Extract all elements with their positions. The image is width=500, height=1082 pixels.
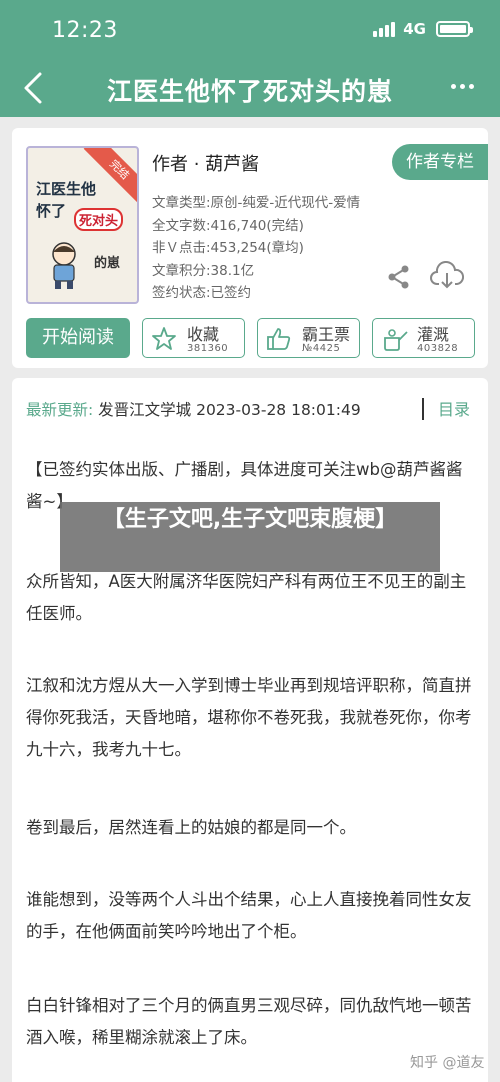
meta-clicks: 非Ｖ点击:453,254(章均) bbox=[152, 240, 304, 256]
top-bar: 12:23 4G 江医生他怀了死对头的崽 bbox=[0, 0, 500, 117]
toc-link[interactable]: 目录 bbox=[438, 396, 470, 420]
book-cover[interactable]: 完结 江医生他怀了 死对头 的崽 bbox=[26, 146, 139, 304]
paragraph: 江叙和沈方煜从大一入学到博士毕业再到规培评职称，简直拼得你死我活，天昏地暗，堪称… bbox=[26, 676, 472, 759]
cover-title-badge: 死对头 bbox=[74, 208, 124, 231]
divider bbox=[422, 398, 424, 420]
bawang-label: 霸王票 bbox=[302, 325, 351, 344]
watermark: 知乎 @道友 bbox=[410, 1055, 485, 1071]
book-info-card: 完结 江医生他怀了 死对头 的崽 作者 · 葫芦酱 作者专栏 文章类型:原创-纯… bbox=[12, 128, 488, 368]
meta-word-count: 全文字数:416,740(完结) bbox=[152, 217, 304, 234]
water-button[interactable]: 灌溉 403828 bbox=[372, 318, 475, 358]
meta-score: 文章积分:38.1亿 bbox=[152, 262, 255, 279]
cover-figure-icon bbox=[52, 242, 76, 289]
download-cloud-icon[interactable] bbox=[430, 260, 464, 290]
signal-icon bbox=[373, 21, 396, 37]
collect-button[interactable]: 收藏 381360 bbox=[142, 318, 245, 358]
watering-can-icon bbox=[384, 329, 408, 351]
paragraph: 白白针锋相对了三个月的俩直男三观尽碎，同仇敌忾地一顿苦酒入喉，稀里糊涂就滚上了床… bbox=[26, 996, 472, 1047]
meta-type: 文章类型:原创-纯爱-近代现代-爱情 bbox=[152, 195, 361, 211]
thumbs-up-icon bbox=[267, 328, 291, 350]
collect-label: 收藏 bbox=[187, 325, 220, 344]
share-icon[interactable] bbox=[386, 264, 412, 290]
back-icon[interactable] bbox=[20, 70, 50, 106]
bawang-ticket-button[interactable]: 霸王票 №4425 bbox=[257, 318, 360, 358]
author-column-button[interactable]: 作者专栏 bbox=[392, 144, 488, 180]
cover-title-end: 的崽 bbox=[94, 256, 121, 271]
page-title: 江医生他怀了死对头的崽 bbox=[106, 77, 393, 106]
author-name[interactable]: 作者 · 葫芦酱 bbox=[152, 150, 259, 176]
update-label: 最新更新: bbox=[26, 401, 99, 419]
status-icons: 4G bbox=[373, 20, 473, 38]
network-label: 4G bbox=[403, 20, 426, 38]
water-label: 灌溉 bbox=[417, 325, 450, 344]
paragraph: 谁能想到，没等两个人斗出个结果，心上人直接挽着同性女友的手，在他俩面前笑吟吟地出… bbox=[26, 890, 472, 941]
water-count: 403828 bbox=[417, 343, 459, 354]
paragraph: 众所皆知，A医大附属济华医院妇产科有两位王不见王的副主任医师。 bbox=[26, 572, 467, 623]
status-time: 12:23 bbox=[52, 18, 118, 43]
title-overlay: 【生子文吧,生子文吧束腹梗】 bbox=[60, 502, 440, 572]
latest-update[interactable]: 最新更新: 发晋江文学城 2023-03-28 18:01:49 bbox=[26, 398, 412, 420]
update-text: 发晋江文学城 2023-03-28 18:01:49 bbox=[98, 401, 361, 419]
book-meta: 文章类型:原创-纯爱-近代现代-爱情 全文字数:416,740(完结) 非Ｖ点击… bbox=[152, 192, 360, 305]
content-panel: 最新更新: 发晋江文学城 2023-03-28 18:01:49 目录 【已签约… bbox=[12, 378, 488, 1082]
start-reading-button[interactable]: 开始阅读 bbox=[26, 318, 130, 358]
collect-count: 381360 bbox=[187, 343, 229, 354]
battery-icon bbox=[436, 21, 473, 37]
star-icon bbox=[152, 327, 176, 350]
paragraph: 卷到最后，居然连看上的姑娘的都是同一个。 bbox=[26, 818, 356, 837]
more-icon[interactable] bbox=[451, 84, 474, 89]
bawang-count: №4425 bbox=[302, 343, 341, 354]
meta-sign-status: 签约状态:已签约 bbox=[152, 285, 252, 301]
